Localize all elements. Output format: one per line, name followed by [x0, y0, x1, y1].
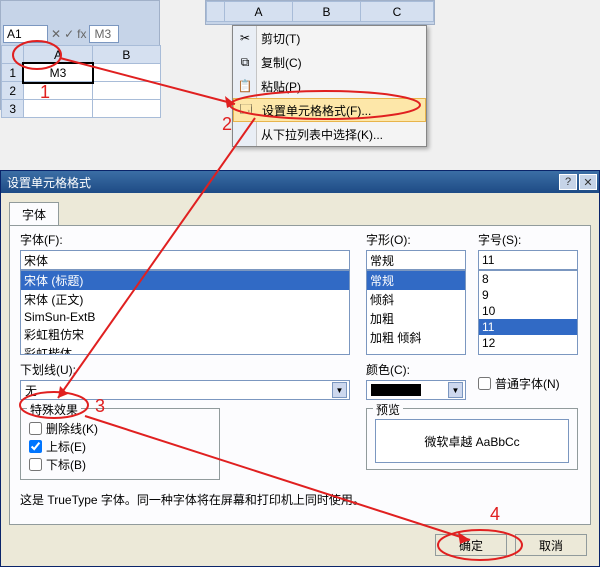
ctx-pick-from-list[interactable]: 从下拉列表中选择(K)...	[233, 122, 426, 146]
style-input[interactable]	[366, 250, 466, 270]
effects-legend: 特殊效果	[27, 401, 81, 418]
size-list[interactable]: 8 9 10 11 12 14	[478, 270, 578, 355]
svg-text:2: 2	[222, 114, 232, 134]
hint-text: 这是 TrueType 字体。同一种字体将在屏幕和打印机上同时使用。	[20, 491, 365, 508]
context-menu: ✂剪切(T) ⧉复制(C) 📋粘贴(P) 🗔设置单元格格式(F)... 从下拉列…	[232, 25, 427, 147]
strikethrough-checkbox[interactable]: 删除线(K)	[29, 419, 211, 437]
list-item: 加粗 倾斜	[367, 328, 465, 347]
titlebar: 设置单元格格式 ? ✕	[1, 171, 599, 193]
preview-box: 微软卓越 AaBbCc	[375, 419, 569, 463]
font-label: 字体(F):	[20, 231, 350, 248]
effects-group: 特殊效果 删除线(K) 上标(E) 下标(B)	[20, 408, 220, 480]
help-button[interactable]: ?	[559, 174, 577, 190]
list-item: 常规	[367, 271, 465, 290]
font-panel: 字体(F): 宋体 (标题) 宋体 (正文) SimSun-ExtB 彩虹粗仿宋…	[9, 225, 591, 525]
superscript-checkbox[interactable]: 上标(E)	[29, 437, 211, 455]
color-label: 颜色(C):	[366, 361, 466, 378]
worksheet-snippet-a: A1 ✕ ✓ fx M3 AB 1M3 2 3	[0, 0, 160, 110]
list-item: 倾斜	[367, 290, 465, 309]
paste-icon: 📋	[237, 78, 253, 94]
row-header: 2	[2, 82, 24, 100]
tabstrip: 字体	[9, 201, 591, 225]
col-header: B	[92, 46, 160, 64]
font-input[interactable]	[20, 250, 350, 270]
normal-font-checkbox[interactable]: 普通字体(N)	[478, 374, 560, 392]
format-icon: 🗔	[238, 102, 254, 118]
scissors-icon: ✂	[237, 30, 253, 46]
row-header: 3	[2, 100, 24, 118]
grid-a[interactable]: AB 1M3 2 3	[1, 45, 161, 118]
tab-font[interactable]: 字体	[9, 202, 59, 226]
formula-bar: ✕ ✓ fx M3	[51, 25, 119, 43]
formula-value[interactable]: M3	[89, 25, 119, 43]
dropdown-icon	[237, 126, 253, 142]
cancel-button[interactable]: 取消	[515, 534, 587, 556]
ctx-format-cells[interactable]: 🗔设置单元格格式(F)...	[233, 98, 426, 122]
fx-icon[interactable]: fx	[77, 27, 86, 41]
underline-select[interactable]: 无▼	[20, 380, 350, 400]
list-item: SimSun-ExtB	[21, 309, 349, 325]
name-box[interactable]: A1	[3, 25, 48, 43]
ctx-copy[interactable]: ⧉复制(C)	[233, 50, 426, 74]
ctx-cut[interactable]: ✂剪切(T)	[233, 26, 426, 50]
list-item: 宋体 (标题)	[21, 271, 349, 290]
format-cells-dialog: 设置单元格格式 ? ✕ 字体 字体(F): 宋体 (标题) 宋体 (正文) Si…	[0, 170, 600, 567]
font-list[interactable]: 宋体 (标题) 宋体 (正文) SimSun-ExtB 彩虹粗仿宋 彩虹楷体	[20, 270, 350, 355]
cell-a1: M3	[24, 64, 92, 82]
list-item: 宋体 (正文)	[21, 290, 349, 309]
list-item: 彩虹粗仿宋	[21, 325, 349, 344]
color-select[interactable]: ▼	[366, 380, 466, 400]
copy-icon: ⧉	[237, 54, 253, 70]
col-header: A	[24, 46, 92, 64]
list-item: 9	[479, 287, 577, 303]
size-input[interactable]	[478, 250, 578, 270]
list-item: 11	[479, 319, 577, 335]
worksheet-snippet-b: ABC	[205, 0, 435, 25]
ctx-paste[interactable]: 📋粘贴(P)	[233, 74, 426, 98]
close-button[interactable]: ✕	[579, 174, 597, 190]
preview-legend: 预览	[373, 401, 403, 418]
chevron-down-icon: ▼	[332, 382, 347, 398]
list-item: 12	[479, 335, 577, 351]
subscript-checkbox[interactable]: 下标(B)	[29, 455, 211, 473]
underline-label: 下划线(U):	[20, 361, 350, 378]
style-label: 字形(O):	[366, 231, 466, 248]
list-item: 加粗	[367, 309, 465, 328]
list-item: 彩虹楷体	[21, 344, 349, 355]
chevron-down-icon: ▼	[448, 382, 463, 398]
style-list[interactable]: 常规 倾斜 加粗 加粗 倾斜	[366, 270, 466, 355]
list-item: 14	[479, 351, 577, 355]
cancel-icon[interactable]: ✕	[51, 27, 61, 41]
preview-group: 预览 微软卓越 AaBbCc	[366, 408, 578, 470]
list-item: 10	[479, 303, 577, 319]
list-item: 8	[479, 271, 577, 287]
dialog-title: 设置单元格格式	[7, 174, 91, 191]
row-header: 1	[2, 64, 24, 82]
size-label: 字号(S):	[478, 231, 578, 248]
check-icon[interactable]: ✓	[64, 27, 74, 41]
ok-button[interactable]: 确定	[435, 534, 507, 556]
